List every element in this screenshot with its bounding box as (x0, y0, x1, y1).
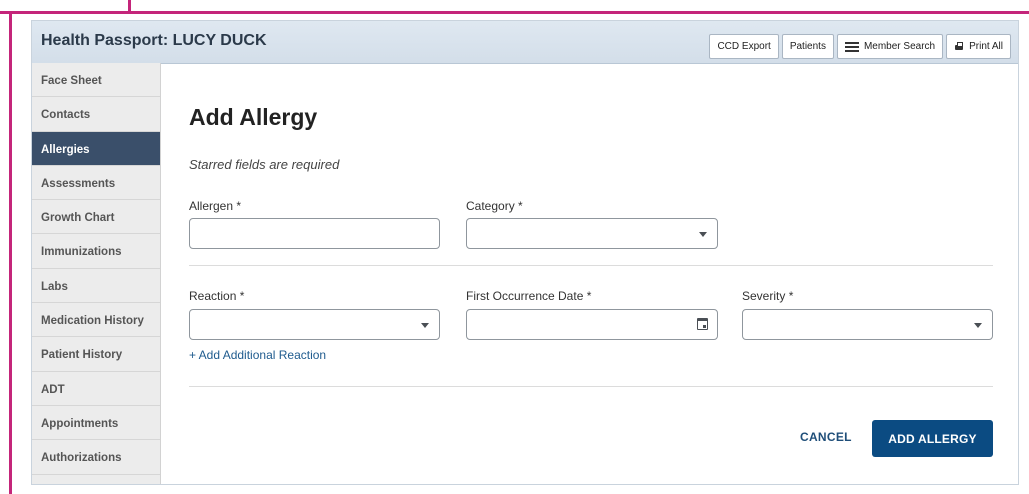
patients-button[interactable]: Patients (781, 34, 834, 59)
sidebar-item-growth-chart[interactable]: Growth Chart (32, 200, 160, 235)
frame-left-line (9, 11, 12, 494)
member-search-button[interactable]: Member Search (836, 34, 944, 59)
required-marker: * (788, 289, 794, 303)
sidebar-item-assessments[interactable]: Assessments (32, 165, 160, 201)
first-occurrence-date-label: First Occurrence Date * (466, 289, 591, 303)
allergen-label-text: Allergen (189, 199, 234, 213)
allergen-input[interactable] (189, 218, 440, 249)
add-allergy-button-label: ADD ALLERGY (888, 431, 977, 446)
frame-notch (128, 0, 131, 14)
print-all-button[interactable]: Print All (946, 34, 1011, 59)
severity-label: Severity * (742, 289, 793, 303)
sidebar-item-medication-history[interactable]: Medication History (32, 303, 160, 338)
print-all-label: Print All (969, 41, 1003, 52)
sidebar-item-allergies[interactable]: Allergies (32, 131, 160, 166)
sidebar-item-adt[interactable]: ADT (32, 371, 160, 406)
health-passport-window: Health Passport: LUCY DUCK CCD Export Pa… (31, 20, 1019, 485)
required-marker: * (236, 199, 242, 213)
sidebar-item-patient-history[interactable]: Patient History (32, 337, 160, 372)
required-fields-note: Starred fields are required (189, 157, 340, 172)
hamburger-menu-icon (844, 42, 859, 52)
add-additional-reaction-link[interactable]: + Add Additional Reaction (189, 348, 326, 362)
chevron-down-icon (421, 323, 429, 328)
sidebar-item-appointments[interactable]: Appointments (32, 405, 160, 441)
allergen-label: Allergen * (189, 199, 241, 213)
printer-icon (954, 41, 964, 52)
ccd-export-button[interactable]: CCD Export (709, 34, 779, 59)
first-occurrence-date-input[interactable] (466, 309, 718, 340)
page-title: Health Passport: LUCY DUCK (41, 32, 267, 49)
category-select[interactable] (466, 218, 718, 249)
cancel-button[interactable]: CANCEL (800, 430, 852, 444)
toolbar: CCD Export Patients Member Search Print … (709, 34, 1011, 59)
frame-top-line (0, 11, 1029, 14)
severity-select[interactable] (742, 309, 993, 340)
sidebar-item-immunizations[interactable]: Immunizations (32, 234, 160, 269)
reaction-label-text: Reaction (189, 289, 237, 303)
section-divider (189, 265, 993, 266)
sidebar-item-authorizations[interactable]: Authorizations (32, 440, 160, 475)
reaction-label: Reaction * (189, 289, 244, 303)
first-occurrence-date-label-text: First Occurrence Date (466, 289, 584, 303)
category-label-text: Category (466, 199, 515, 213)
sidebar-nav: Face Sheet Contacts Allergies Assessment… (32, 63, 161, 484)
required-marker: * (518, 199, 523, 213)
add-allergy-button[interactable]: ADD ALLERGY (872, 420, 993, 457)
chevron-down-icon (699, 232, 707, 237)
calendar-icon[interactable] (697, 318, 708, 330)
member-search-label: Member Search (863, 41, 936, 52)
patients-label: Patients (789, 41, 826, 52)
category-label: Category * (466, 199, 523, 213)
sidebar-item-labs[interactable]: Labs (32, 268, 160, 304)
sidebar-item-contacts[interactable]: Contacts (32, 97, 160, 132)
title-bar: Health Passport: LUCY DUCK CCD Export Pa… (32, 21, 1018, 64)
actions-divider (189, 386, 993, 387)
required-marker: * (239, 289, 245, 303)
sidebar-item-face-sheet[interactable]: Face Sheet (32, 63, 160, 98)
add-allergy-form: Add Allergy Starred fields are required … (160, 63, 1018, 484)
severity-label-text: Severity (742, 289, 786, 303)
reaction-select[interactable] (189, 309, 440, 340)
ccd-export-label: CCD Export (717, 41, 771, 52)
chevron-down-icon (974, 323, 982, 328)
required-marker: * (586, 289, 592, 303)
form-heading: Add Allergy (189, 104, 318, 130)
